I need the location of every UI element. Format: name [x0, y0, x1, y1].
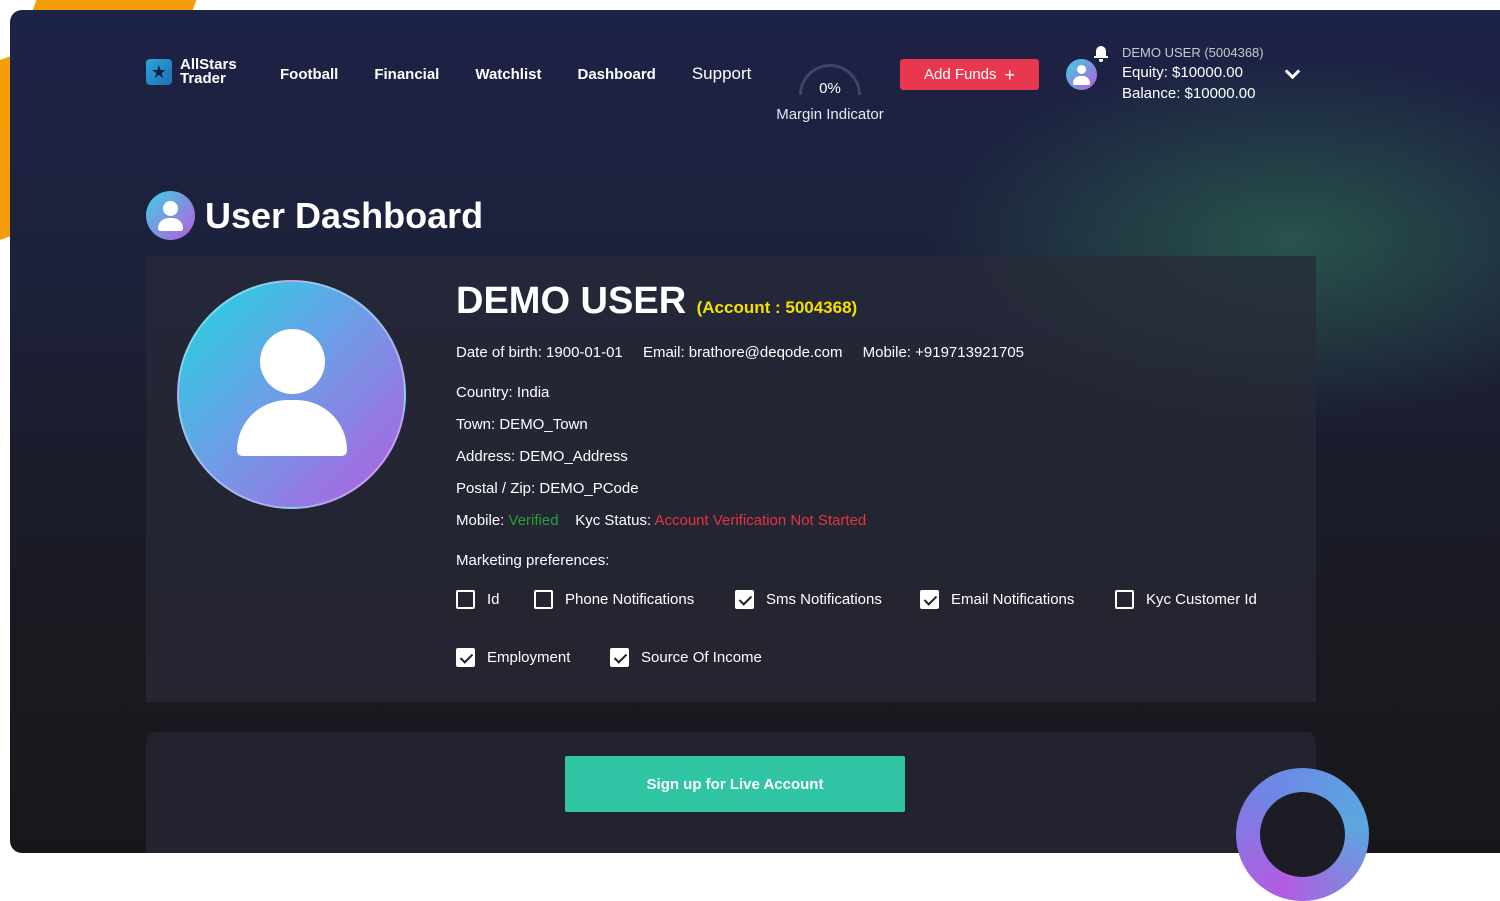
- main-nav: Football Financial Watchlist Dashboard S…: [280, 64, 787, 84]
- account-summary: DEMO USER (5004368) Equity: $10000.00 Ba…: [1122, 45, 1264, 102]
- margin-indicator: 0% Margin Indicator: [770, 64, 890, 123]
- kyc-status-label: Kyc Status:: [575, 512, 652, 529]
- avatar[interactable]: [1066, 59, 1097, 90]
- email: Email: brathore@deqode.com: [642, 344, 843, 361]
- decorative-ring: [1236, 768, 1369, 901]
- checkbox[interactable]: [534, 590, 553, 609]
- add-funds-button[interactable]: Add Funds +: [900, 59, 1039, 90]
- page-title: User Dashboard: [205, 194, 484, 236]
- pref-sms-notifications[interactable]: Sms Notifications: [735, 590, 882, 609]
- account-number: (Account : 5004368): [696, 298, 858, 317]
- nav-item-financial[interactable]: Financial: [374, 66, 439, 83]
- town: Town: DEMO_Town: [456, 416, 588, 433]
- date-of-birth: Date of birth: 1900-01-01: [456, 344, 623, 361]
- profile-name: DEMO USER: [456, 280, 687, 322]
- nav-item-dashboard[interactable]: Dashboard: [577, 66, 655, 83]
- account-equity: Equity: $10000.00: [1122, 64, 1243, 81]
- bell-icon[interactable]: [1094, 44, 1108, 62]
- signup-live-account-button[interactable]: Sign up for Live Account: [565, 756, 905, 812]
- brand-name: AllStars Trader: [180, 56, 237, 87]
- signup-card: Sign up for Live Account: [146, 732, 1316, 853]
- checkbox[interactable]: [456, 648, 475, 667]
- mobile-number: Mobile: +919713921705: [862, 344, 1025, 361]
- pref-source-of-income[interactable]: Source Of Income: [610, 648, 762, 667]
- margin-value: 0%: [819, 80, 841, 97]
- country: Country: India: [456, 384, 550, 401]
- profile-card: DEMO USER (Account : 5004368) Date of bi…: [146, 256, 1316, 702]
- nav-item-football[interactable]: Football: [280, 66, 338, 83]
- profile-avatar: [177, 280, 406, 509]
- app-window: ★ AllStars Trader Football Financial Wat…: [10, 10, 1500, 853]
- margin-label: Margin Indicator: [776, 106, 884, 123]
- postal-code: Postal / Zip: DEMO_PCode: [456, 480, 639, 497]
- pref-employment[interactable]: Employment: [456, 648, 570, 667]
- checkbox[interactable]: [610, 648, 629, 667]
- brand-logo[interactable]: ★ AllStars Trader: [146, 56, 250, 87]
- checkbox[interactable]: [456, 590, 475, 609]
- checkbox[interactable]: [920, 590, 939, 609]
- kyc-status: Account Verification Not Started: [654, 512, 867, 529]
- user-icon: [146, 191, 195, 240]
- mobile-status: Verified: [508, 512, 559, 529]
- checkbox[interactable]: [1115, 590, 1134, 609]
- chevron-down-icon[interactable]: [1285, 66, 1298, 79]
- address: Address: DEMO_Address: [456, 448, 628, 465]
- marketing-preferences-label: Marketing preferences:: [456, 552, 610, 569]
- add-funds-label: Add Funds: [923, 66, 997, 83]
- account-balance: Balance: $10000.00: [1122, 85, 1256, 102]
- profile-info: DEMO USER (Account : 5004368) Date of bi…: [456, 280, 1024, 569]
- contact-row: Date of birth: 1900-01-01 Email: brathor…: [456, 344, 1040, 361]
- plus-icon: +: [1004, 64, 1016, 85]
- nav-item-support[interactable]: Support: [692, 64, 752, 84]
- margin-gauge: 0%: [799, 64, 861, 97]
- page-header: User Dashboard: [146, 191, 483, 240]
- pref-email-notifications[interactable]: Email Notifications: [920, 590, 1074, 609]
- account-user: DEMO USER (5004368): [1122, 45, 1264, 60]
- checkbox[interactable]: [735, 590, 754, 609]
- pref-kyc-customer-id[interactable]: Kyc Customer Id: [1115, 590, 1257, 609]
- nav-item-watchlist[interactable]: Watchlist: [475, 66, 541, 83]
- verification-row: Mobile: Verified Kyc Status: Account Ver…: [456, 512, 866, 529]
- star-icon: ★: [146, 59, 172, 85]
- pref-phone-notifications[interactable]: Phone Notifications: [534, 590, 694, 609]
- pref-id[interactable]: Id: [456, 590, 500, 609]
- mobile-status-label: Mobile:: [456, 512, 505, 529]
